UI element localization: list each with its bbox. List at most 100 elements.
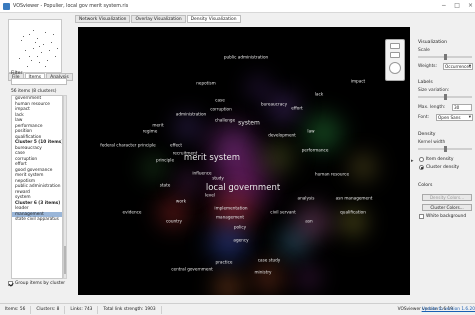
density-label[interactable]: civil servant xyxy=(270,210,295,215)
density-label[interactable]: central government xyxy=(171,267,213,272)
item-density-radio-dot[interactable] xyxy=(419,157,424,162)
cluster-density-radio-dot[interactable] xyxy=(419,165,424,170)
density-label[interactable]: principle xyxy=(156,158,174,163)
white-background-option[interactable]: White background xyxy=(419,214,466,219)
density-label[interactable]: bureaucracy xyxy=(261,102,287,107)
size-variation-slider[interactable] xyxy=(418,94,472,100)
density-label[interactable]: evidence xyxy=(123,210,142,215)
overview-dot xyxy=(37,56,38,57)
navigation-control[interactable] xyxy=(385,39,405,81)
zoom-out-button[interactable] xyxy=(390,52,400,58)
density-label[interactable]: management xyxy=(216,215,244,220)
minimize-icon[interactable]: − xyxy=(441,2,446,9)
density-label[interactable]: lack xyxy=(315,92,323,97)
group-by-cluster-checkbox[interactable] xyxy=(8,281,13,286)
density-label[interactable]: policy xyxy=(234,225,246,230)
fit-view-icon[interactable] xyxy=(389,62,401,74)
density-label[interactable]: performance xyxy=(302,148,329,153)
app-icon xyxy=(3,2,10,10)
density-label[interactable]: country xyxy=(166,219,182,224)
size-variation-slider-knob[interactable] xyxy=(443,94,447,100)
items-scrollbar[interactable] xyxy=(63,95,67,279)
tab-network-visualization[interactable]: Network Visualization xyxy=(75,15,131,23)
overview-dot xyxy=(45,32,46,33)
status-links: Links: 743 xyxy=(65,305,99,314)
density-label[interactable]: system xyxy=(238,120,260,127)
tab-density-visualization[interactable]: Density Visualization xyxy=(186,15,241,23)
filter-label: Filter xyxy=(11,71,23,76)
density-label[interactable]: development xyxy=(268,133,296,138)
list-item[interactable]: state civil apparatus xyxy=(12,217,62,223)
collapse-panel-icon[interactable]: ▸ xyxy=(411,158,414,164)
white-background-checkbox[interactable] xyxy=(419,214,424,219)
cluster-header[interactable]: Cluster 5 (10 items) xyxy=(12,140,62,146)
overview-dot xyxy=(29,56,30,57)
density-blob xyxy=(240,69,276,105)
density-label[interactable]: case study xyxy=(258,258,281,263)
density-label[interactable]: asn management xyxy=(336,196,373,201)
status-clusters: Clusters: 8 xyxy=(31,305,66,314)
scale-slider[interactable] xyxy=(418,54,472,60)
group-by-cluster[interactable]: Group items by cluster xyxy=(8,281,65,286)
overview-map[interactable] xyxy=(8,19,62,73)
item-density-radio[interactable]: Item density xyxy=(419,157,454,162)
maximize-icon[interactable]: □ xyxy=(454,2,460,9)
close-icon[interactable]: × xyxy=(468,2,473,9)
white-background-label: White background xyxy=(426,214,467,219)
density-label[interactable]: law xyxy=(307,129,314,134)
overview-dot xyxy=(53,34,54,35)
density-label[interactable]: administration xyxy=(176,112,206,117)
items-count: 56 items (8 clusters) xyxy=(11,89,57,94)
density-label[interactable]: influence xyxy=(192,171,211,176)
density-label[interactable]: public administration xyxy=(224,55,268,60)
density-visualization[interactable]: public administration nepotism case bureauc… xyxy=(78,27,410,295)
density-label[interactable]: implementation xyxy=(214,206,247,211)
tab-overlay-visualization[interactable]: Overlay Visualization xyxy=(131,15,186,23)
density-label[interactable]: corruption xyxy=(210,107,232,112)
density-colors-button[interactable]: Density Colors... xyxy=(422,194,472,201)
density-label[interactable]: nepotism xyxy=(196,81,216,86)
density-label[interactable]: impact xyxy=(351,79,365,84)
density-label[interactable]: level xyxy=(205,193,215,198)
density-label[interactable]: effect xyxy=(170,143,182,148)
update-link[interactable]: Update to version 1.6.20 xyxy=(422,306,475,314)
density-label[interactable]: challenge xyxy=(215,118,235,123)
max-length-field[interactable]: 30 xyxy=(452,104,472,111)
scale-label: Scale xyxy=(418,48,430,53)
density-label[interactable]: asn xyxy=(305,219,312,224)
density-label[interactable]: analysis xyxy=(298,196,315,201)
font-select[interactable]: Open Sans xyxy=(436,114,473,121)
density-label[interactable]: state xyxy=(160,183,171,188)
density-label[interactable]: agency xyxy=(233,238,248,243)
density-label[interactable]: study xyxy=(212,176,224,181)
filter-input[interactable] xyxy=(11,78,67,85)
density-label[interactable]: practice xyxy=(216,260,233,265)
overview-dot xyxy=(27,66,28,67)
overview-dot xyxy=(57,48,58,49)
cluster-density-radio[interactable]: Cluster density xyxy=(419,165,459,170)
density-label[interactable]: ministry xyxy=(254,270,271,275)
density-label[interactable]: regime xyxy=(143,129,158,134)
right-panel: Visualization Scale Weights: Occurrences… xyxy=(416,13,475,303)
list-item[interactable]: public administration xyxy=(12,184,62,190)
items-list[interactable]: government human resource impact lack law per… xyxy=(11,95,63,279)
scale-slider-knob[interactable] xyxy=(443,54,447,60)
density-label[interactable]: effort xyxy=(291,106,302,111)
density-label[interactable]: work xyxy=(176,199,186,204)
kernel-width-slider-knob[interactable] xyxy=(443,146,447,152)
density-label[interactable]: merit xyxy=(152,123,163,128)
density-label[interactable]: human resource xyxy=(315,172,349,177)
kernel-width-slider[interactable] xyxy=(418,146,472,152)
scrollbar-thumb[interactable] xyxy=(64,246,66,274)
density-label[interactable]: case xyxy=(215,98,225,103)
density-label[interactable]: qualification xyxy=(340,210,366,215)
density-label[interactable]: local government xyxy=(206,183,280,193)
overview-dot xyxy=(33,48,34,49)
density-label[interactable]: federal character principle xyxy=(100,143,156,148)
density-blob xyxy=(208,267,248,295)
density-label[interactable]: merit system xyxy=(184,153,240,163)
zoom-in-button[interactable] xyxy=(390,43,400,49)
weights-select[interactable]: Occurrences xyxy=(443,63,473,70)
cluster-colors-button[interactable]: Cluster Colors... xyxy=(422,204,472,211)
overview-dot xyxy=(25,50,26,51)
